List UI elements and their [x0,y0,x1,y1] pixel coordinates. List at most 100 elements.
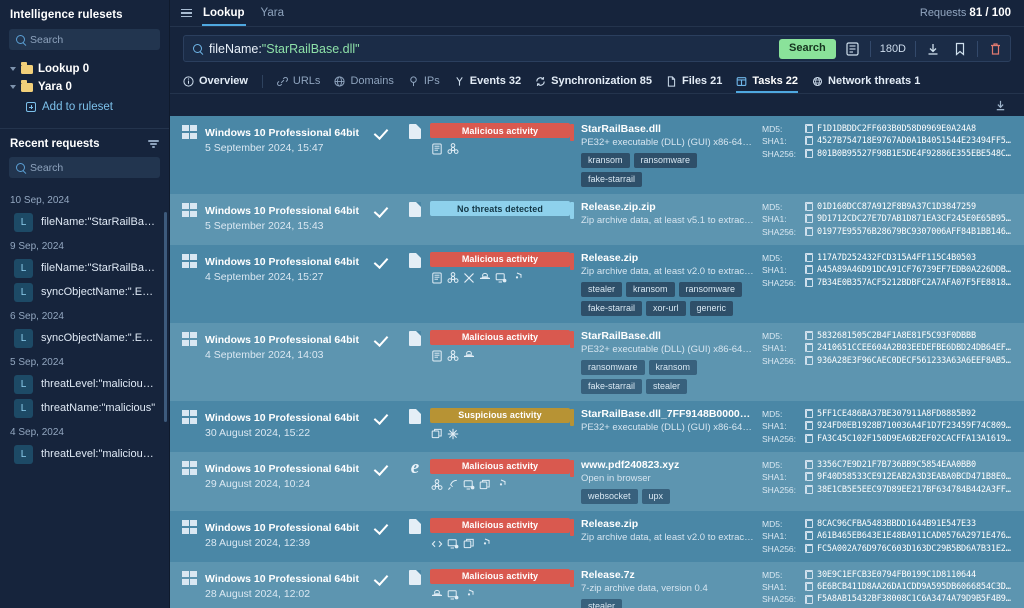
copy-icon[interactable] [805,331,813,341]
tag-chip[interactable]: kransom [581,153,630,168]
table-row[interactable]: Windows 10 Professional 64bit 4 September… [170,322,1024,401]
ruleset-search-input[interactable]: Search [9,29,160,50]
search-bar[interactable]: fileName:"StarRailBase.dll" Search 180D [183,35,1011,62]
copy-icon[interactable] [805,433,813,443]
tag-chip[interactable]: ransomware [581,359,645,375]
tab-domains[interactable]: Domains [334,69,394,93]
monitor-icon[interactable] [463,479,475,491]
row-file-name[interactable]: StarRailBase.dll_7FF9148B0000_x64.dll [581,408,754,420]
search-button[interactable]: Search [779,38,836,59]
spy-icon[interactable] [431,589,443,601]
copy-icon[interactable] [805,594,813,604]
tab-files-21[interactable]: Files 21 [666,69,722,93]
copy-icon[interactable] [805,226,813,236]
copy-icon[interactable] [805,409,813,419]
tag-chip[interactable]: stealer [581,281,623,297]
shield-icon[interactable] [479,538,491,550]
table-row[interactable]: Windows 10 Professional 64bit 5 September… [170,116,1024,194]
row-file-name[interactable]: StarRailBase.dll [581,123,754,135]
biohazard-icon[interactable] [447,350,459,362]
sparkle-icon[interactable] [447,428,459,440]
biohazard-icon[interactable] [447,272,459,284]
script-icon[interactable] [431,350,443,362]
recent-request-item[interactable]: LsyncObjectName:".EXE... [0,280,169,304]
copy-icon[interactable] [805,124,813,134]
recent-request-item[interactable]: LthreatLevel:"malicious" ... [0,442,169,466]
copy-icon[interactable] [805,421,813,431]
shield-icon[interactable] [511,272,523,284]
period-selector[interactable]: 180D [878,43,908,55]
search-input[interactable]: fileName:"StarRailBase.dll" [209,42,772,56]
copy-icon[interactable] [805,202,813,212]
copy-icon[interactable] [805,569,813,579]
rocket-icon[interactable] [447,479,459,491]
tab-urls[interactable]: URLs [277,69,320,93]
copy-icon[interactable] [805,472,813,482]
filter-icon[interactable] [148,140,159,148]
biohazard-icon[interactable] [431,478,443,491]
download-icon[interactable] [990,95,1010,115]
history-icon[interactable] [843,39,863,59]
tools-icon[interactable] [463,272,475,284]
table-row[interactable]: Windows 10 Professional 64bit 28 August 2… [170,510,1024,562]
monitor-icon[interactable] [447,589,459,601]
bookmark-icon[interactable] [950,39,970,59]
shield-icon[interactable] [495,479,507,491]
recent-search-input[interactable]: Search [9,157,160,178]
row-file-name[interactable]: Release.zip.zip [581,201,754,213]
windows-stack-icon[interactable] [463,538,475,550]
recent-request-item[interactable]: LfileName:"StarRailBase.... [0,210,169,234]
copy-icon[interactable] [805,543,813,553]
tag-chip[interactable]: kransom [648,359,698,375]
spy-icon[interactable] [463,350,475,362]
monitor-icon[interactable] [447,538,459,550]
recent-request-item[interactable]: LfileName:"StarRailBase.... [0,256,169,280]
copy-icon[interactable] [805,148,813,158]
table-row[interactable]: Windows 10 Professional 64bit 5 September… [170,194,1024,245]
shield-icon[interactable] [463,589,475,601]
monitor-icon[interactable] [495,272,507,284]
windows-stack-icon[interactable] [479,479,491,491]
table-row[interactable]: Windows 10 Professional 64bit 4 September… [170,244,1024,323]
tag-chip[interactable]: websocket [581,488,638,504]
hamburger-icon[interactable] [181,8,192,18]
tag-chip[interactable]: fake-starrail [581,172,643,187]
biohazard-icon[interactable] [447,143,459,155]
copy-icon[interactable] [805,355,813,365]
table-row[interactable]: Windows 10 Professional 64bit 30 August 2… [170,400,1024,452]
table-row[interactable]: Windows 10 Professional 64bit 28 August 2… [170,561,1024,608]
sidebar-item-yara[interactable]: Yara 0 [0,78,169,96]
tag-chip[interactable]: fake-starrail [581,300,643,316]
add-to-ruleset-button[interactable]: Add to ruleset [0,96,169,118]
tag-chip[interactable]: kransom [626,281,675,297]
copy-icon[interactable] [805,519,813,529]
code-icon[interactable] [431,538,443,550]
tag-chip[interactable]: fake-starrail [581,378,643,394]
row-file-name[interactable]: Release.7z [581,569,754,581]
sidebar-item-lookup[interactable]: Lookup 0 [0,60,169,78]
recent-request-item[interactable]: LthreatLevel:"malicious" ... [0,372,169,396]
download-icon[interactable] [923,39,943,59]
tab-ips[interactable]: IPs [408,69,440,93]
recent-request-item[interactable]: LthreatName:"malicious" [0,396,169,420]
copy-icon[interactable] [805,265,813,275]
tab-network-threats-1[interactable]: Network threats 1 [812,69,920,93]
copy-icon[interactable] [805,277,813,287]
table-row[interactable]: Windows 10 Professional 64bit 29 August 2… [170,451,1024,511]
spy-icon[interactable] [479,272,491,284]
script-icon[interactable] [431,143,443,155]
sidebar-scrollbar[interactable] [164,212,167,422]
tab-overview[interactable]: Overview [183,69,248,93]
copy-icon[interactable] [805,214,813,224]
tag-chip[interactable]: xor-url [646,300,686,316]
copy-icon[interactable] [805,253,813,263]
row-file-name[interactable]: Release.zip [581,252,754,264]
tag-chip[interactable]: stealer [646,378,688,394]
tab-synchronization-85[interactable]: Synchronization 85 [535,69,652,93]
tab-events-32[interactable]: Events 32 [454,69,521,93]
windows-stack-icon[interactable] [431,428,443,440]
copy-icon[interactable] [805,582,813,592]
tag-chip[interactable]: ransomware [633,153,698,168]
row-file-name[interactable]: StarRailBase.dll [581,330,754,342]
row-file-name[interactable]: www.pdf240823.xyz [581,459,754,471]
